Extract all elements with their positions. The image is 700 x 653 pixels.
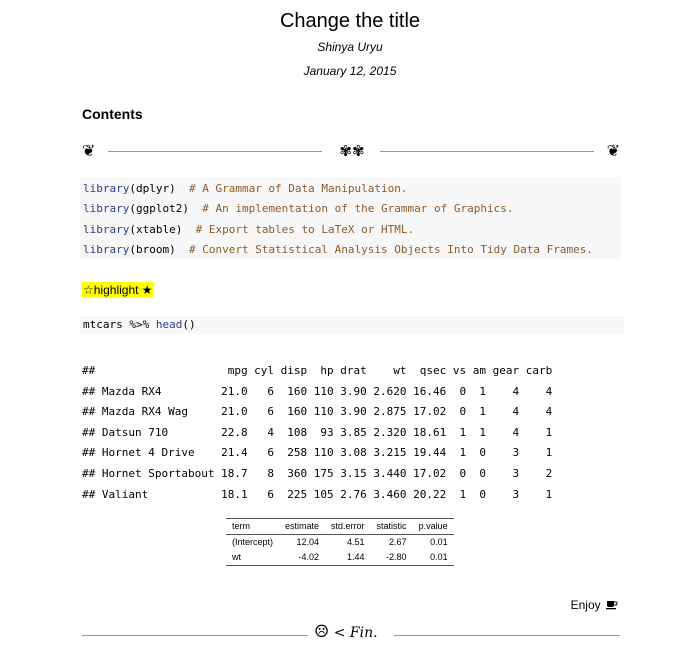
table-row: wt -4.02 1.44 -2.80 0.01 xyxy=(226,550,454,566)
fleuron-left-icon: ❦ xyxy=(82,141,96,160)
enjoy-note: Enjoy xyxy=(571,597,618,613)
table-cell: -4.02 xyxy=(279,550,326,566)
enjoy-text: Enjoy xyxy=(570,598,601,612)
fleuron-right-icon: ❦ xyxy=(606,141,620,160)
code-argument: (broom) xyxy=(129,242,176,256)
output-line: ## Hornet Sportabout 18.7 8 360 175 3.15… xyxy=(82,466,553,480)
fin-text: < Fin. xyxy=(329,625,378,641)
frown-face-icon: ☹ xyxy=(314,622,330,642)
code-argument: (ggplot2) xyxy=(129,202,189,216)
code-comment: # A Grammar of Data Manipulation. xyxy=(175,182,408,195)
code-argument: (xtable) xyxy=(129,222,183,236)
fin-divider: ☹ < Fin. xyxy=(82,620,620,644)
table-cell: 12.04 xyxy=(296,537,320,547)
table-cell: 4.51 xyxy=(347,537,365,547)
code-comment: # Convert Statistical Analysis Objects I… xyxy=(175,242,593,256)
code-block-libraries: library(dplyr) # A Grammar of Data Manip… xyxy=(80,177,621,259)
coffee-icon xyxy=(606,601,618,610)
output-line: ## Datsun 710 22.8 4 108 93 3.85 2.320 1… xyxy=(82,425,553,439)
column-header: statistic xyxy=(370,518,413,535)
code-line: library(dplyr) # A Grammar of Data Manip… xyxy=(80,179,621,199)
table-cell: wt xyxy=(226,550,280,566)
table-cell: 0.01 xyxy=(430,537,448,547)
fleuron-center-icon: ✾✾ xyxy=(339,142,365,160)
code-line: library(xtable) # Export tables to LaTeX… xyxy=(80,220,621,240)
contents-heading: Contents xyxy=(82,106,143,122)
code-comment: # Export tables to LaTeX or HTML. xyxy=(182,222,415,236)
code-block-head: mtcars %>% head() xyxy=(80,316,624,334)
author-line: Shinya Uryu xyxy=(317,40,383,54)
output-line: ## Hornet 4 Drive 21.4 6 258 110 3.08 3.… xyxy=(82,446,553,460)
code-function: library xyxy=(83,242,130,256)
date-line: January 12, 2015 xyxy=(303,64,397,78)
column-header: estimate xyxy=(279,518,326,535)
code-line: library(broom) # Convert Statistical Ana… xyxy=(80,240,621,260)
output-line: ## Mazda RX4 21.0 6 160 110 3.90 2.620 1… xyxy=(82,384,553,398)
table-cell: 2.67 xyxy=(389,537,407,547)
code-text: mtcars %>% xyxy=(83,318,156,331)
ornament-divider: ❦ ✾✾ ❦ xyxy=(82,140,620,162)
code-function: library xyxy=(83,202,130,216)
table-cell: 0.01 xyxy=(412,550,454,566)
table-cell: (Intercept) xyxy=(232,537,274,547)
code-line: library(ggplot2) # An implementation of … xyxy=(80,199,621,219)
table-cell: 1.44 xyxy=(325,550,371,566)
code-argument: (dplyr) xyxy=(129,182,176,195)
column-header: std.error xyxy=(325,518,371,535)
table-cell: -2.80 xyxy=(370,550,413,566)
table-row: (Intercept) 12.04 4.51 2.67 0.01 xyxy=(226,535,454,551)
divider-rule-left xyxy=(108,151,322,152)
divider-rule-right xyxy=(380,151,594,152)
document-page: Change the title Shinya Uryu January 12,… xyxy=(0,0,700,653)
page-title: Change the title xyxy=(279,10,421,32)
highlight-text: ☆highlight ★ xyxy=(82,282,154,298)
console-output: ## mpg cyl disp hp drat wt qsec vs am ge… xyxy=(82,361,552,505)
fin-mark: ☹ < Fin. xyxy=(314,620,394,645)
column-header: term xyxy=(226,518,280,535)
output-line: ## mpg cyl disp hp drat wt qsec vs am ge… xyxy=(82,364,553,377)
output-line: ## Valiant 18.1 6 225 105 2.76 3.460 20.… xyxy=(82,487,553,501)
code-comment: # An implementation of the Grammar of Gr… xyxy=(188,202,514,216)
column-header: p.value xyxy=(412,518,454,535)
code-function: head xyxy=(155,318,183,331)
output-line: ## Mazda RX4 Wag 21.0 6 160 110 3.90 2.8… xyxy=(82,405,553,419)
fin-rule-right xyxy=(394,635,620,636)
regression-table: term estimate std.error statistic p.valu… xyxy=(226,518,454,566)
code-function: library xyxy=(83,182,130,195)
fin-rule-left xyxy=(82,635,308,636)
code-function: library xyxy=(83,222,130,236)
table-header-row: term estimate std.error statistic p.valu… xyxy=(226,518,454,535)
code-text: () xyxy=(182,318,196,331)
